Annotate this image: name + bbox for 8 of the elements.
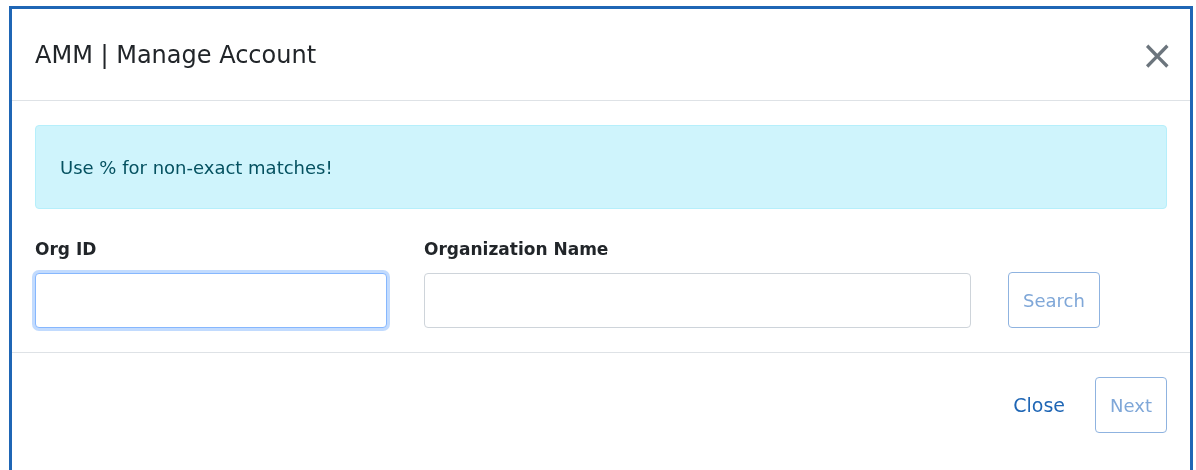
- close-link[interactable]: Close: [1013, 394, 1066, 416]
- close-button[interactable]: ×: [1136, 34, 1178, 75]
- dialog-title: AMM | Manage Account: [35, 40, 317, 69]
- field-label: Organization Name: [424, 239, 610, 259]
- text-field[interactable]: [424, 273, 971, 328]
- info-alert: Use % for non-exact matches!: [35, 125, 1167, 209]
- text-field[interactable]: [35, 273, 387, 328]
- field-label: Org ID: [35, 239, 98, 259]
